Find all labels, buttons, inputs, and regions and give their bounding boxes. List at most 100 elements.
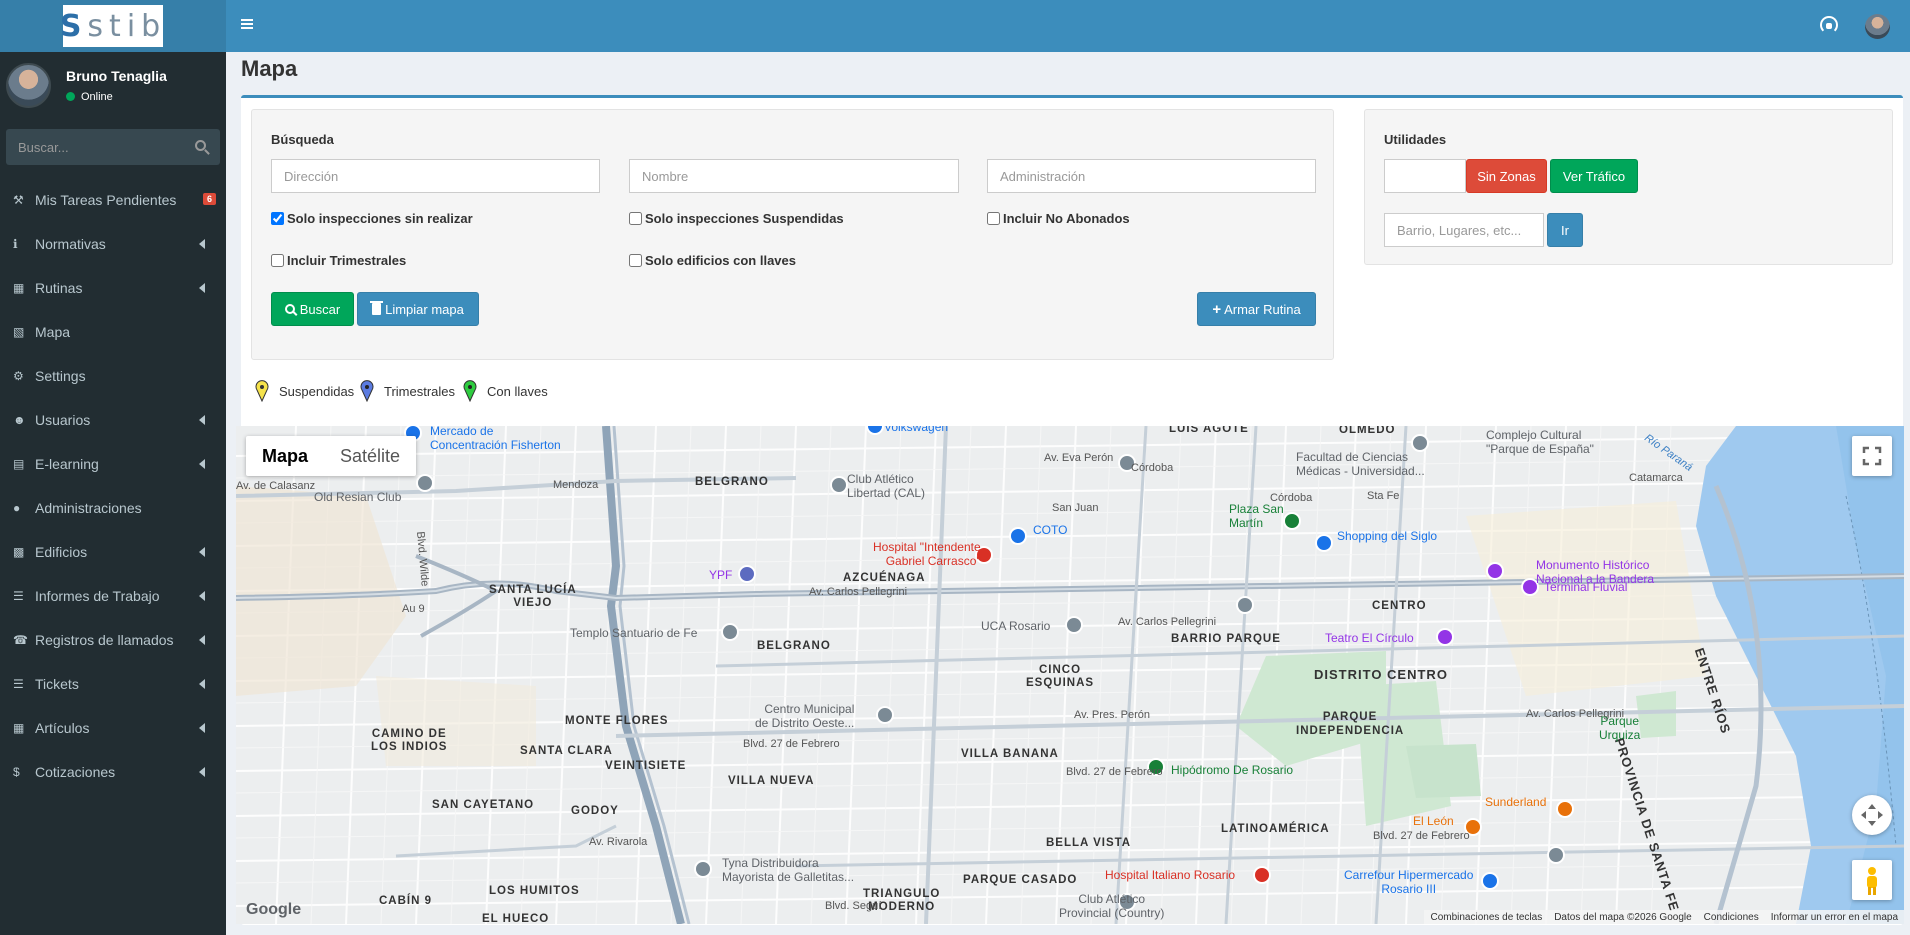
check-suspendidas[interactable]: Solo inspecciones Suspendidas [629, 211, 844, 226]
poi-marker-icon[interactable] [416, 474, 434, 492]
school-icon[interactable] [1236, 596, 1254, 614]
chevron-left-icon [199, 459, 205, 469]
sidebar-item-label: Normativas [35, 236, 106, 252]
gas-station-icon[interactable] [738, 565, 756, 583]
trimestrales-checkbox[interactable] [271, 254, 284, 267]
map-type-satelite-button[interactable]: Satélite [324, 436, 416, 476]
sidebar-item-label: E-learning [35, 456, 99, 472]
map-label: CABÍN 9 [379, 895, 433, 907]
check-sin-realizar[interactable]: Solo inspecciones sin realizar [271, 211, 473, 226]
map-label: Teatro El Círculo [1325, 631, 1414, 645]
street-view-pegman[interactable] [1852, 860, 1892, 900]
legend-trimestrales: Trimestrales [360, 380, 455, 402]
logo-area[interactable]: Sstib [0, 0, 226, 52]
chevron-left-icon [199, 239, 205, 249]
terms-link[interactable]: Condiciones [1704, 912, 1759, 923]
hospital-icon[interactable] [1253, 866, 1271, 884]
map-label: VILLA NUEVA [728, 775, 815, 787]
app-logo[interactable]: Sstib [60, 5, 163, 47]
armar-rutina-button[interactable]: + Armar Rutina [1197, 292, 1316, 326]
check-label: Solo inspecciones Suspendidas [645, 211, 844, 226]
sidebar-item-informes[interactable]: ☰ Informes de Trabajo [0, 574, 226, 618]
llaves-checkbox[interactable] [629, 254, 642, 267]
limpiar-mapa-button[interactable]: Limpiar mapa [357, 292, 479, 326]
administracion-input[interactable] [987, 159, 1316, 193]
building-icon[interactable] [876, 706, 894, 724]
poi-marker-icon[interactable] [830, 476, 848, 494]
pegman-icon [1867, 867, 1877, 895]
sidebar-item-usuarios[interactable]: ☻ Usuarios [0, 398, 226, 442]
busqueda-panel: Búsqueda Solo inspecciones sin realizar … [251, 109, 1334, 360]
green-pin-icon [463, 380, 477, 402]
sidebar-item-settings[interactable]: ⚙ Settings [0, 354, 226, 398]
road-label: Av. Rivarola [589, 836, 648, 848]
barrio-input[interactable] [1384, 213, 1544, 247]
sin-zonas-button[interactable]: Sin Zonas [1466, 159, 1547, 193]
sidebar-item-registros[interactable]: ☎ Registros de llamados [0, 618, 226, 662]
sidebar-item-label: Cotizaciones [35, 764, 116, 780]
road-label: Catamarca [1629, 472, 1683, 484]
book-icon: ▤ [13, 457, 25, 471]
sidebar-item-articulos[interactable]: ▦ Artículos [0, 706, 226, 750]
nombre-input[interactable] [629, 159, 959, 193]
check-llaves[interactable]: Solo edificios con llaves [629, 253, 796, 268]
buscar-label: Buscar [299, 301, 341, 317]
info-icon: ℹ [13, 237, 18, 251]
camera-move-icon [1861, 804, 1883, 826]
map-label: UCA Rosario [981, 619, 1051, 633]
sidebar-item-label: Mis Tareas Pendientes [35, 192, 177, 208]
user-avatar-menu[interactable] [1865, 14, 1890, 39]
poi-marker-icon[interactable] [1547, 846, 1565, 864]
chevron-left-icon [199, 767, 205, 777]
shopping-cart-icon[interactable] [1009, 527, 1027, 545]
map-label: Tyna Distribuidora Mayorista de Galletit… [722, 856, 855, 884]
sidebar-item-administraciones[interactable]: ● Administraciones [0, 486, 226, 530]
no-abonados-checkbox[interactable] [987, 212, 1000, 225]
headset-icon[interactable] [1820, 16, 1838, 34]
ir-button[interactable]: Ir [1547, 213, 1583, 247]
map-label: Centro Municipal de Distrito Oeste... [755, 702, 855, 730]
direccion-input[interactable] [271, 159, 600, 193]
sidebar-item-tareas[interactable]: ⚒ Mis Tareas Pendientes 6 [0, 178, 226, 222]
zona-input[interactable] [1384, 159, 1466, 193]
map-label: VEINTISIETE [605, 760, 687, 772]
keyboard-shortcuts-link[interactable]: Combinaciones de teclas [1430, 912, 1542, 923]
sidebar-item-cotizaciones[interactable]: $ Cotizaciones [0, 750, 226, 794]
sidebar-item-edificios[interactable]: ▩ Edificios [0, 530, 226, 574]
report-error-link[interactable]: Informar un error en el mapa [1771, 912, 1898, 923]
sidebar-item-label: Edificios [35, 544, 88, 560]
shopping-marker-icon[interactable] [1315, 534, 1333, 552]
shopping-cart-icon[interactable] [1481, 872, 1499, 890]
map-label: Hospital Italiano Rosario [1105, 868, 1236, 882]
ver-trafico-button[interactable]: Ver Tráfico [1550, 159, 1638, 193]
theater-icon[interactable] [1436, 628, 1454, 646]
sidebar-search-input[interactable] [18, 139, 188, 155]
page-title: Mapa [241, 56, 298, 81]
buscar-button[interactable]: Buscar [271, 292, 354, 326]
sidebar-item-mapa[interactable]: ▧ Mapa [0, 310, 226, 354]
check-no-abonados[interactable]: Incluir No Abonados [987, 211, 1130, 226]
school-icon[interactable] [1065, 616, 1083, 634]
sidebar-item-tickets[interactable]: ☰ Tickets [0, 662, 226, 706]
sidebar-item-rutinas[interactable]: ▦ Rutinas [0, 266, 226, 310]
church-icon[interactable] [721, 623, 739, 641]
sidebar-item-label: Usuarios [35, 412, 91, 428]
suspendidas-checkbox[interactable] [629, 212, 642, 225]
map-label: Shopping del Siglo [1337, 529, 1438, 543]
food-icon[interactable] [1556, 800, 1574, 818]
monument-icon[interactable] [1486, 562, 1504, 580]
search-icon[interactable] [195, 140, 206, 151]
check-trimestrales[interactable]: Incluir Trimestrales [271, 253, 406, 268]
park-marker-icon[interactable] [1283, 512, 1301, 530]
map-type-mapa-button[interactable]: Mapa [246, 436, 324, 476]
map-label: AZCUÉNAGA [843, 572, 926, 584]
camera-control-button[interactable] [1852, 795, 1892, 835]
fullscreen-button[interactable] [1852, 436, 1892, 476]
sin-realizar-checkbox[interactable] [271, 212, 284, 225]
map-label: GODOY [571, 805, 619, 817]
sidebar-item-normativas[interactable]: ℹ Normativas [0, 222, 226, 266]
sidebar-item-elearning[interactable]: ▤ E-learning [0, 442, 226, 486]
google-map[interactable]: Mercado de Concentración Fisherton Volks… [236, 426, 1904, 924]
hamburger-menu-icon[interactable] [241, 19, 253, 29]
poi-marker-icon[interactable] [694, 860, 712, 878]
